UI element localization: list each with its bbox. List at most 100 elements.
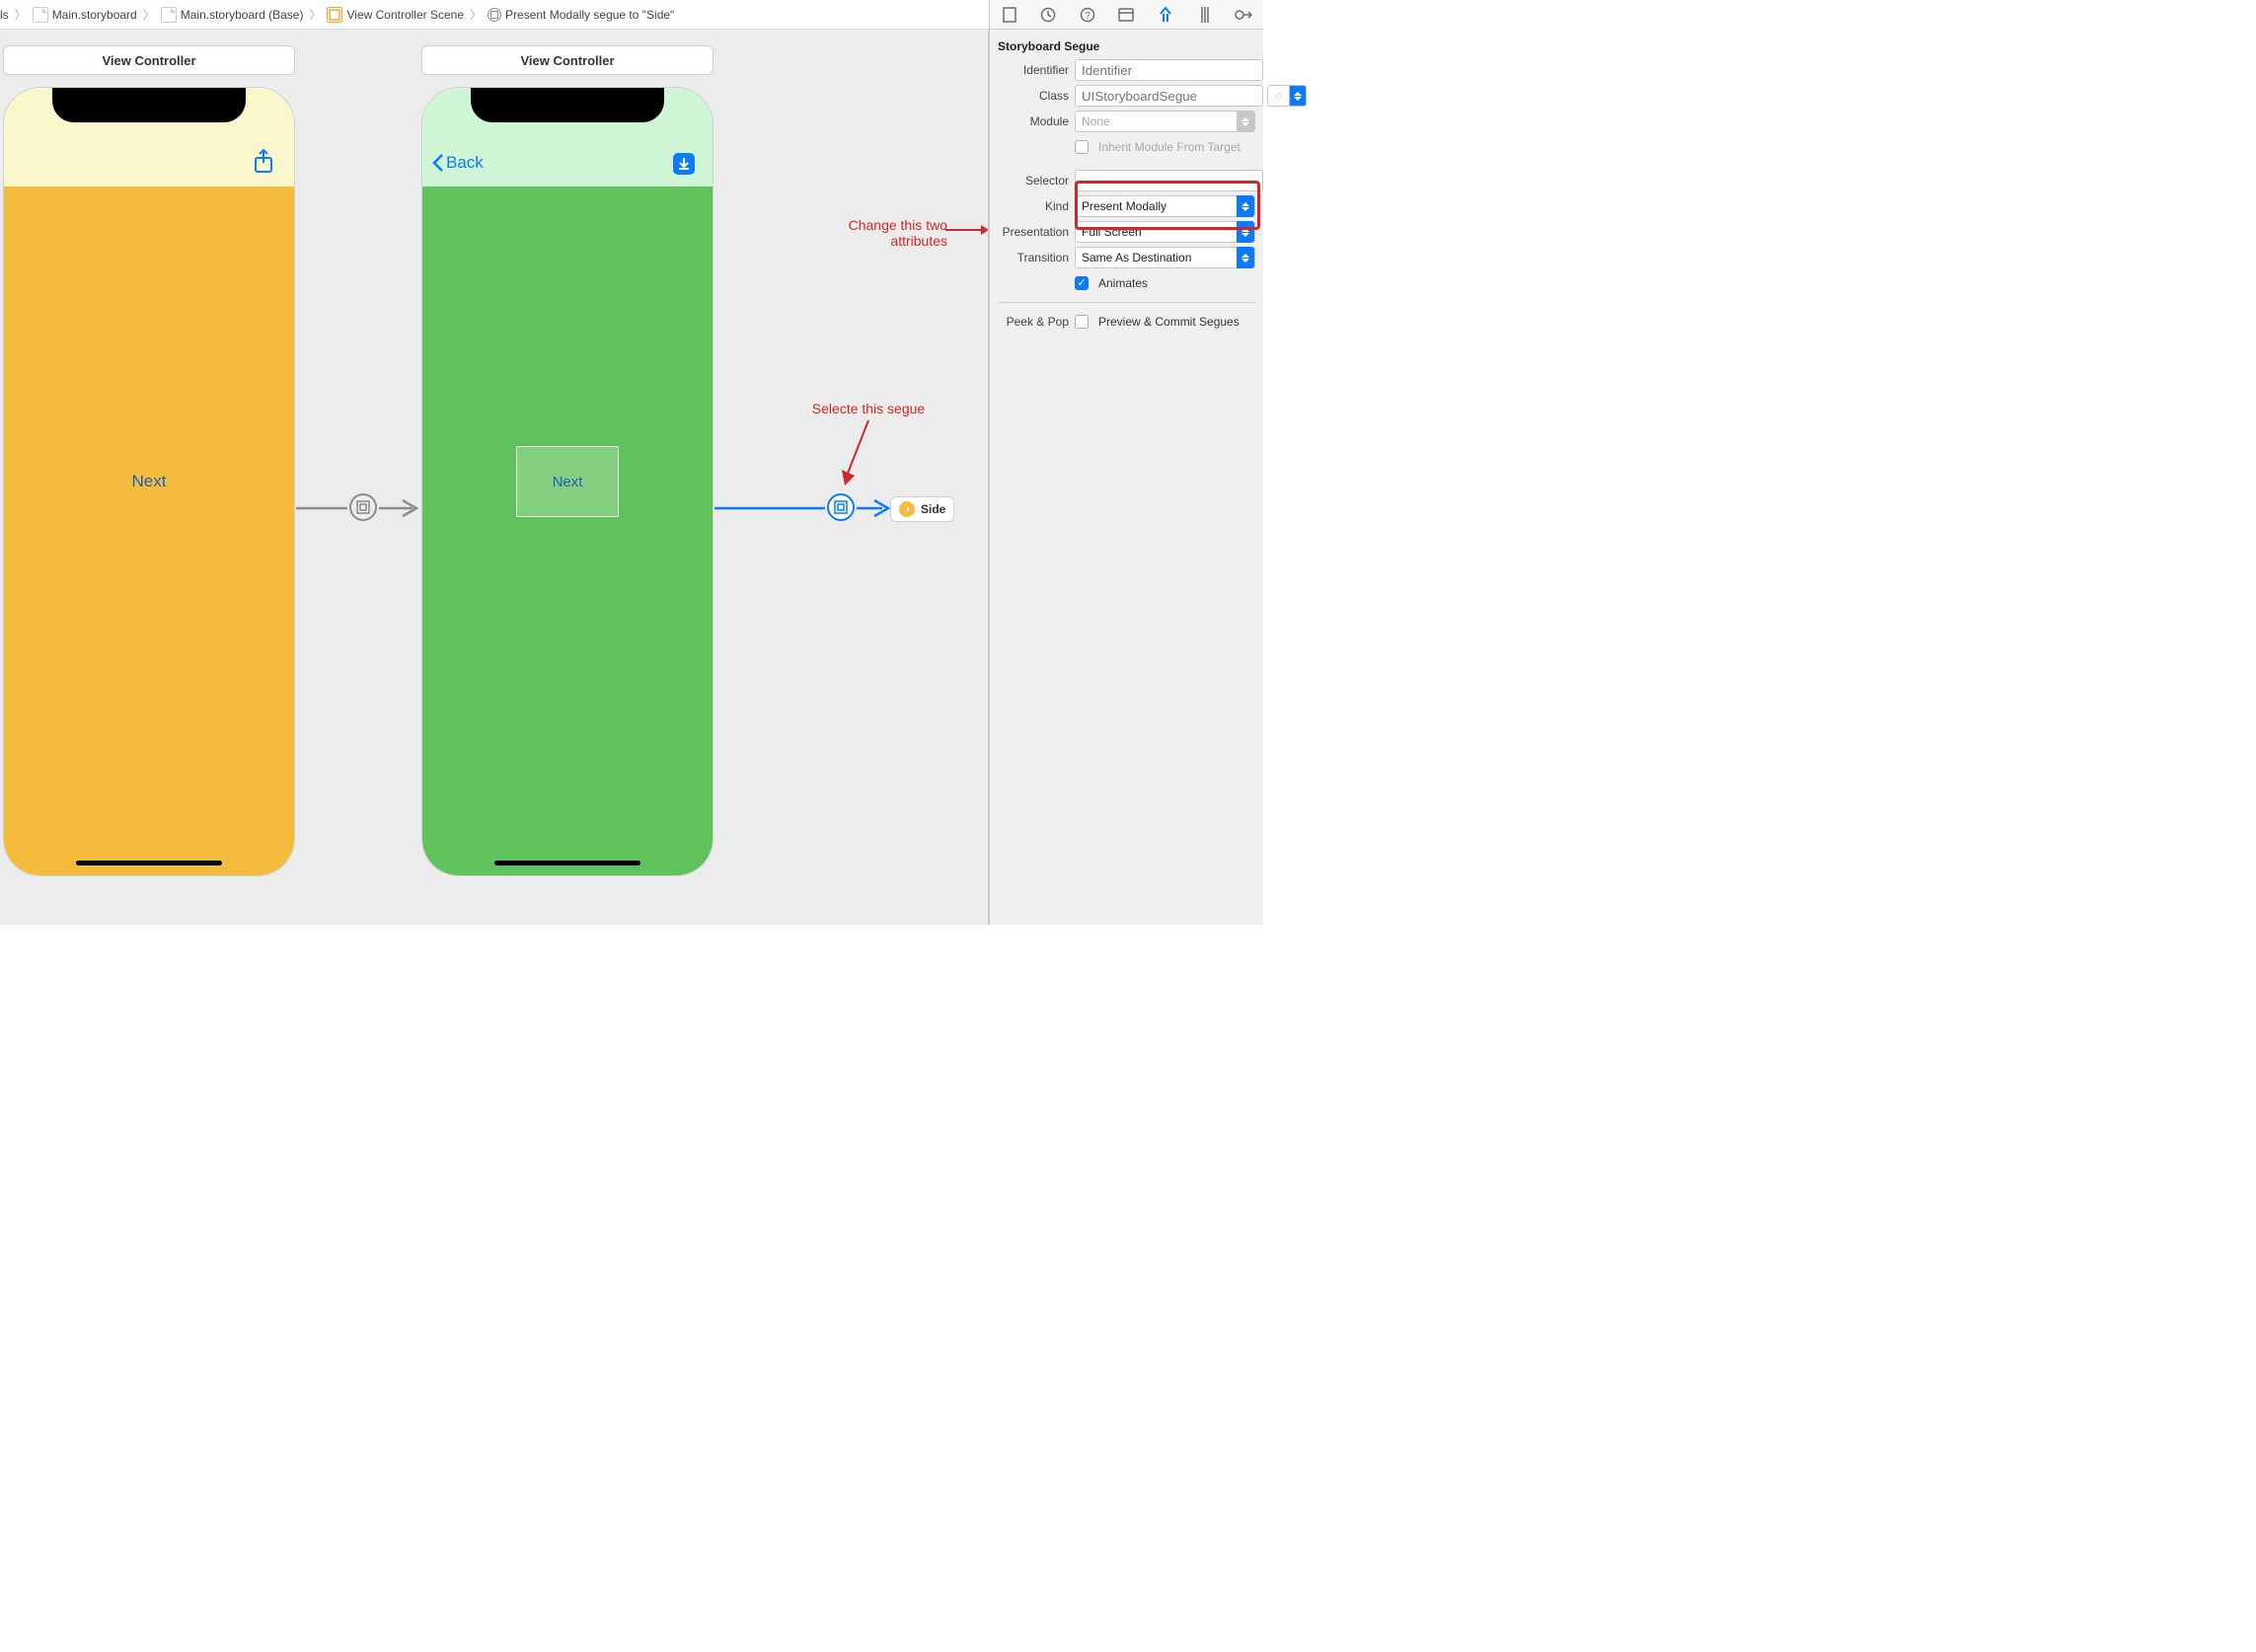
scene-title-label: View Controller <box>520 53 614 68</box>
device-notch <box>52 88 246 122</box>
inspector-panel: ? Storyboard Segue Identifier Class ◌ Mo… <box>989 0 1263 925</box>
help-inspector-tab[interactable]: ? <box>1075 4 1100 26</box>
view-controller-2[interactable]: View Controller Back Next <box>421 45 714 876</box>
peekpop-checkbox[interactable] <box>1075 315 1089 329</box>
animates-label: Animates <box>1098 276 1148 290</box>
back-label: Back <box>446 153 484 173</box>
chevron-right-icon: 〉 <box>143 6 155 23</box>
segue-node-present-modally-selected[interactable] <box>827 493 855 521</box>
embedded-vc-badge[interactable]: ◑ Side <box>890 496 954 522</box>
annotation-change-attrs: Change this two attributes <box>809 217 947 249</box>
attributes-inspector-tab[interactable] <box>1153 4 1178 26</box>
breadcrumb-scene-label: View Controller Scene <box>346 8 464 22</box>
selector-label: Selector <box>990 174 1075 188</box>
peekpop-value: Preview & Commit Segues <box>1098 315 1240 329</box>
dropdown-caret-icon <box>1237 247 1254 268</box>
segue-icon <box>488 8 501 22</box>
chevron-right-icon: 〉 <box>309 6 321 23</box>
row-class: Class ◌ <box>990 83 1263 109</box>
scene-title-bar[interactable]: View Controller <box>3 45 295 75</box>
breadcrumb-base[interactable]: Main.storyboard (Base) <box>161 7 304 23</box>
class-dropdown-button[interactable]: ◌ <box>1267 85 1307 107</box>
chevron-left-icon <box>432 153 444 173</box>
breadcrumb-file[interactable]: Main.storyboard <box>33 7 137 23</box>
breadcrumb-file-label: Main.storyboard <box>52 8 137 22</box>
row-module: Module None <box>990 109 1263 134</box>
inspector-body: Storyboard Segue Identifier Class ◌ Modu… <box>990 30 1263 335</box>
view-controller-1[interactable]: View Controller Next <box>3 45 295 876</box>
scene-title-label: View Controller <box>102 53 195 68</box>
breadcrumb-base-label: Main.storyboard (Base) <box>181 8 304 22</box>
transition-label: Transition <box>990 251 1075 264</box>
size-inspector-tab[interactable] <box>1192 4 1218 26</box>
row-identifier: Identifier <box>990 57 1263 83</box>
presentation-select[interactable]: Full Screen <box>1075 221 1255 243</box>
share-icon[interactable] <box>253 149 274 178</box>
peekpop-label: Peek & Pop <box>990 315 1075 329</box>
module-label: Module <box>990 114 1075 128</box>
download-icon[interactable] <box>673 153 695 175</box>
storyboard-file-icon <box>33 7 48 23</box>
annotation-arrow-icon <box>839 420 878 489</box>
next-button[interactable]: Next <box>553 474 583 490</box>
presentation-label: Presentation <box>990 225 1075 239</box>
identifier-field[interactable] <box>1075 59 1263 81</box>
kind-select[interactable]: Present Modally <box>1075 195 1255 217</box>
file-inspector-tab[interactable] <box>997 4 1022 26</box>
storyboard-canvas[interactable]: View Controller Next <box>0 30 989 925</box>
inherit-module-label: Inherit Module From Target <box>1098 140 1241 154</box>
inherit-module-checkbox[interactable] <box>1075 140 1089 154</box>
dropdown-caret-icon <box>1237 195 1254 217</box>
selector-field[interactable] <box>1075 170 1263 191</box>
connections-inspector-tab[interactable] <box>1231 4 1256 26</box>
dropdown-caret-icon <box>1237 221 1254 243</box>
presentation-value: Full Screen <box>1082 225 1142 239</box>
row-kind: Kind Present Modally <box>990 193 1263 219</box>
scene-title-bar[interactable]: View Controller <box>421 45 714 75</box>
kind-label: Kind <box>990 199 1075 213</box>
segue-connector-selected[interactable] <box>714 493 892 523</box>
transition-value: Same As Destination <box>1082 251 1191 264</box>
back-button[interactable]: Back <box>432 153 484 173</box>
row-transition: Transition Same As Destination <box>990 245 1263 270</box>
identity-inspector-tab[interactable] <box>1113 4 1139 26</box>
row-peek-pop: Peek & Pop Preview & Commit Segues <box>990 309 1263 335</box>
animates-checkbox[interactable] <box>1075 276 1089 290</box>
row-animates: Animates <box>990 270 1263 296</box>
annotation-text: Change this two <box>809 217 947 233</box>
row-selector: Selector <box>990 168 1263 193</box>
device-frame: Back Next <box>421 87 714 876</box>
row-inherit-module: Inherit Module From Target <box>990 134 1263 160</box>
annotation-text: Selecte this segue <box>812 401 925 416</box>
side-label: Side <box>921 502 945 516</box>
breadcrumb-segue-label: Present Modally segue to "Side" <box>505 8 674 22</box>
annotation-text: attributes <box>809 233 947 249</box>
segue-node-present-modally[interactable] <box>349 493 377 521</box>
breadcrumb-scene[interactable]: View Controller Scene <box>327 7 464 23</box>
device-frame: Next <box>3 87 295 876</box>
next-button[interactable]: Next <box>132 472 167 491</box>
view[interactable]: Back Next <box>422 88 713 875</box>
view[interactable]: Next <box>4 88 294 875</box>
content-view <box>422 187 713 875</box>
home-indicator <box>76 861 222 865</box>
history-inspector-tab[interactable] <box>1035 4 1061 26</box>
device-notch <box>471 88 664 122</box>
transition-select[interactable]: Same As Destination <box>1075 247 1255 268</box>
container-view[interactable]: Next <box>516 446 619 517</box>
breadcrumb-root[interactable]: ls <box>0 8 9 22</box>
chevron-right-icon: 〉 <box>15 6 27 23</box>
row-presentation: Presentation Full Screen <box>990 219 1263 245</box>
module-value: None <box>1082 114 1110 128</box>
module-select[interactable]: None <box>1075 111 1255 132</box>
class-field[interactable] <box>1075 85 1263 107</box>
vc-mini-icon: ◑ <box>899 501 915 517</box>
class-label: Class <box>990 89 1075 103</box>
breadcrumb-segue[interactable]: Present Modally segue to "Side" <box>488 8 674 22</box>
svg-text:?: ? <box>1085 11 1090 22</box>
chevron-right-icon: 〉 <box>470 6 482 23</box>
annotation-select-segue: Selecte this segue <box>790 401 947 416</box>
storyboard-file-icon <box>161 7 177 23</box>
inspector-tabs: ? <box>990 0 1263 30</box>
breadcrumb[interactable]: ls 〉 Main.storyboard 〉 Main.storyboard (… <box>0 6 1084 23</box>
